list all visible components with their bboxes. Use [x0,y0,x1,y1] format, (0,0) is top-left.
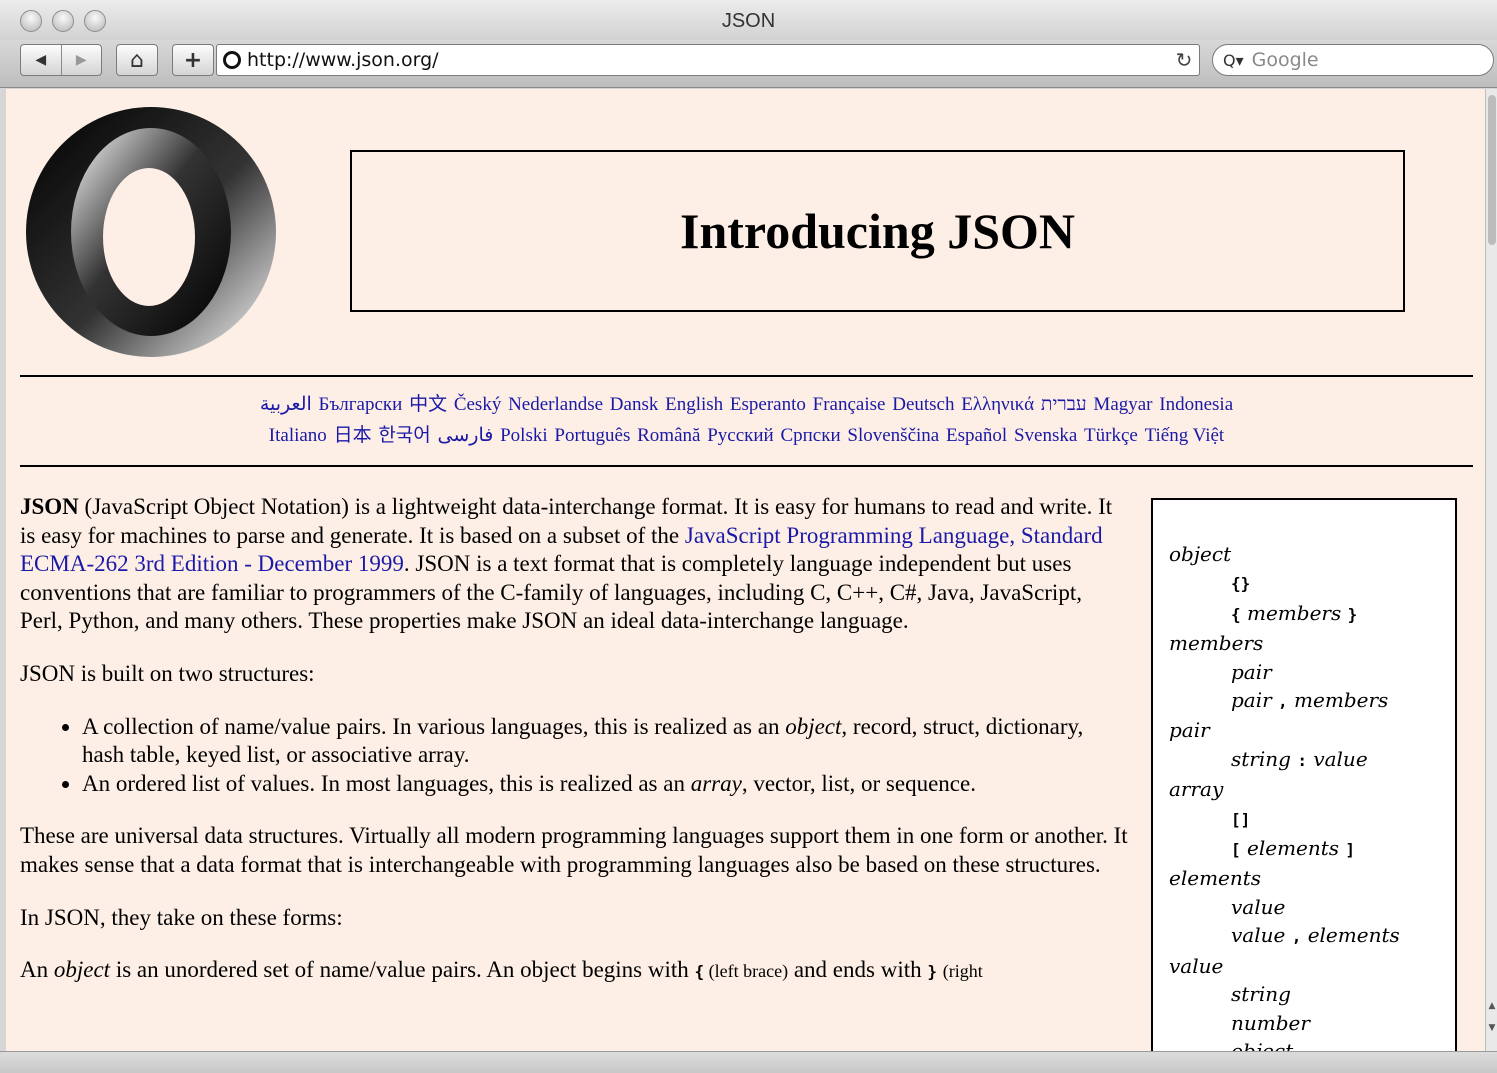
address-bar[interactable]: http://www.json.org/ ↻ [216,44,1200,76]
language-link[interactable]: Italiano [269,425,327,446]
javascript-language-link[interactable]: JavaScript Programming Language [685,523,1009,548]
title-bar: JSON [0,0,1497,40]
vertical-scrollbar[interactable]: ▲ ▼ [1485,89,1497,1051]
language-link[interactable]: Française [813,394,886,415]
page-title: Introducing JSON [679,203,1076,259]
language-link[interactable]: Deutsch [892,394,954,415]
json-logo-icon [26,107,276,357]
language-link[interactable]: Český [454,394,502,415]
browser-window: JSON ◀ ▶ ⌂ + http://www.json.org/ ↻ Q▾ G… [0,0,1497,1073]
grammar-rule: pair [1231,659,1272,684]
forward-button[interactable]: ▶ [62,45,102,75]
grammar-rule: {} [1231,574,1251,594]
search-placeholder: Google [1251,49,1319,71]
language-link[interactable]: Esperanto [730,394,806,415]
title-box: Introducing JSON [350,150,1405,312]
language-link[interactable]: فارسی [438,425,494,446]
scroll-up-arrow-icon[interactable]: ▲ [1486,997,1497,1015]
language-link[interactable]: 한국어 [378,425,430,446]
object-paragraph: An object is an unordered set of name/va… [20,957,983,983]
search-field[interactable]: Q▾ Google [1212,44,1494,76]
window-title: JSON [721,10,776,32]
main-content: JSON (JavaScript Object Notation) is a l… [20,493,1130,1011]
grammar-nonterminal: elements [1169,866,1262,891]
site-icon [223,51,241,69]
language-link[interactable]: Polski [500,425,548,446]
language-link[interactable]: Türkçe [1084,425,1138,446]
grammar-rule: value , elements [1231,923,1400,948]
language-link[interactable]: Magyar [1093,394,1152,415]
json-grammar-box: object {} { members } members pair pair … [1151,498,1457,1051]
language-link[interactable]: Tiếng Việt [1145,425,1225,446]
language-link[interactable]: Ελληνικά [961,394,1034,415]
language-link[interactable]: Dansk [610,394,659,415]
universal-paragraph: These are universal data structures. Vir… [20,823,1128,877]
language-link[interactable]: 日本 [334,425,372,446]
home-button[interactable]: ⌂ [116,44,158,76]
search-icon[interactable]: Q▾ [1223,51,1244,70]
url-text[interactable]: http://www.json.org/ [247,49,1169,71]
language-link[interactable]: English [665,394,723,415]
grammar-rule: object [1231,1038,1294,1051]
list-item: An ordered list of values. In most langu… [82,770,1130,799]
grammar-nonterminal: pair [1169,718,1210,743]
scroll-down-arrow-icon[interactable]: ▼ [1486,1019,1497,1037]
reload-icon[interactable]: ↻ [1169,48,1199,72]
json-bold-term: JSON [20,494,79,519]
language-link[interactable]: עברית [1041,394,1087,415]
language-link[interactable]: Slovenščina [847,425,939,446]
add-bookmark-button[interactable]: + [172,44,214,76]
language-link[interactable]: Nederlandse [508,394,603,415]
language-link[interactable]: Български [319,394,403,415]
page-viewport: Introducing JSON العربية Български 中文 Če… [6,89,1485,1051]
grammar-rule: [] [1231,809,1251,829]
grammar-nonterminal: object [1169,542,1232,566]
language-link[interactable]: العربية [260,394,312,415]
grammar-rule: { members } [1231,600,1358,625]
structures-list: A collection of name/value pairs. In var… [82,713,1130,799]
language-link[interactable]: Română [637,425,700,446]
grammar-nonterminal: members [1169,631,1264,656]
nav-buttons: ◀ ▶ [20,44,102,76]
grammar-nonterminal: array [1169,777,1224,802]
language-link[interactable]: Svenska [1014,425,1077,446]
divider-bottom [20,465,1473,467]
browser-toolbar: ◀ ▶ ⌂ + http://www.json.org/ ↻ Q▾ Google [0,40,1497,88]
grammar-rule: number [1231,1010,1310,1035]
grammar-rule: string [1231,982,1291,1007]
intro-paragraph: JSON (JavaScript Object Notation) is a l… [20,493,1130,636]
grammar-rule: string : value [1231,746,1368,771]
status-bar [0,1051,1497,1073]
built-on-paragraph: JSON is built on two structures: [20,660,315,686]
language-link[interactable]: 中文 [409,394,447,415]
grammar-rule: pair , members [1231,688,1389,713]
language-link[interactable]: Português [554,425,630,446]
language-link[interactable]: Español [946,425,1007,446]
grammar-nonterminal: value [1169,953,1224,978]
language-link[interactable]: Русский [707,425,774,446]
divider-top [20,375,1473,377]
language-link[interactable]: Indonesia [1159,394,1233,415]
language-links-line-1: العربية Български 中文 Český Nederlandse D… [20,389,1473,420]
language-links-line-2: Italiano 日本 한국어 فارسی Polski Português R… [20,420,1473,451]
grammar-rule: value [1231,894,1286,919]
scrollbar-thumb[interactable] [1488,95,1496,245]
list-item: A collection of name/value pairs. In var… [82,713,1130,770]
link-separator: , [1009,522,1021,548]
grammar-rule: [ elements ] [1231,836,1356,861]
back-button[interactable]: ◀ [21,45,62,75]
language-link[interactable]: Српски [780,425,840,446]
forms-paragraph: In JSON, they take on these forms: [20,904,343,930]
